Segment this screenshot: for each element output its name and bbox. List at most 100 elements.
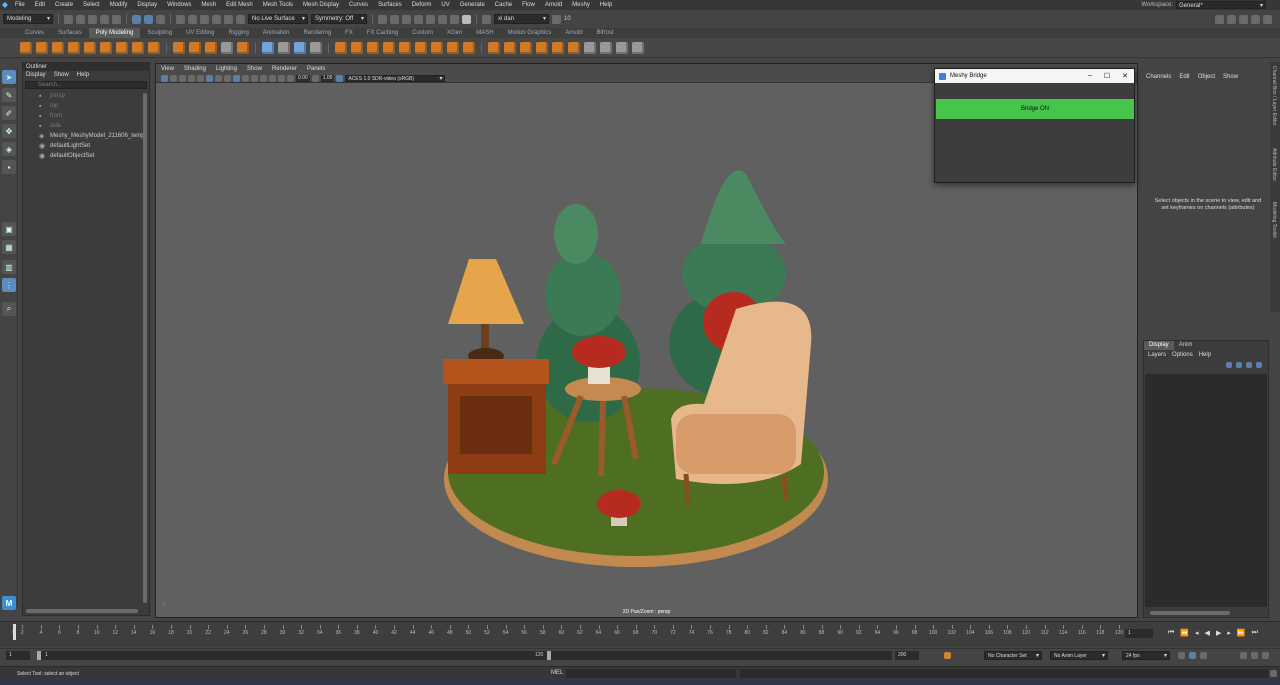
end-frame-field[interactable]: 200	[895, 651, 919, 660]
smooth-icon[interactable]	[237, 41, 249, 54]
select-hierarchy-icon[interactable]	[132, 14, 141, 24]
current-frame-field[interactable]: 1	[1125, 629, 1153, 638]
anim-layer-dropdown[interactable]: No Anim Layer	[1050, 651, 1108, 660]
script-editor-icon[interactable]	[1270, 670, 1277, 677]
sound-icon[interactable]	[1240, 652, 1247, 659]
character-controls-icon[interactable]	[1227, 14, 1236, 24]
command-input[interactable]	[566, 669, 736, 678]
channel-box-toggle-icon[interactable]	[1263, 14, 1272, 24]
merge-icon[interactable]	[415, 41, 427, 54]
tab-poly-modeling[interactable]: Poly Modeling	[88, 28, 141, 38]
cleanup-icon[interactable]	[600, 41, 612, 54]
new-layer-icon[interactable]	[1246, 362, 1252, 368]
persp-outliner-layout-icon[interactable]: ▥	[2, 260, 16, 274]
menu-deform[interactable]: Deform	[407, 2, 437, 8]
anim-prefs-icon[interactable]	[1251, 652, 1258, 659]
append-polygon-icon[interactable]	[399, 41, 411, 54]
mel-label[interactable]: MEL	[551, 670, 563, 676]
reduce-icon[interactable]	[504, 41, 516, 54]
mirror-icon[interactable]	[488, 41, 500, 54]
snap-view-icon[interactable]	[212, 14, 221, 24]
poly-cone-icon[interactable]	[68, 41, 80, 54]
menu-select[interactable]: Select	[78, 2, 105, 8]
wireframe-icon[interactable]	[206, 74, 213, 82]
pause-icon[interactable]	[462, 14, 471, 24]
super-shape-icon[interactable]	[148, 41, 160, 54]
rotate-tool-icon[interactable]: ◈	[2, 142, 16, 156]
tab-arnold[interactable]: Arnold	[558, 28, 589, 38]
menu-edit[interactable]: Edit	[30, 2, 50, 8]
menu-help[interactable]: Help	[595, 2, 617, 8]
workspace-selector[interactable]: Workspace: General*	[1141, 1, 1266, 10]
user-dropdown[interactable]: xi dan	[494, 14, 549, 24]
tab-mash[interactable]: MASH	[469, 28, 500, 38]
bridge-icon[interactable]	[351, 41, 363, 54]
playback-prefs-icon[interactable]	[1262, 652, 1269, 659]
menu-flow[interactable]: Flow	[517, 2, 540, 8]
minimize-icon[interactable]: –	[1088, 72, 1092, 80]
poly-plane-icon[interactable]	[100, 41, 112, 54]
search-icon[interactable]: ⌕	[2, 302, 16, 316]
menu-generate[interactable]: Generate	[455, 2, 490, 8]
outliner-item[interactable]: ▪ persp	[23, 91, 149, 101]
render-view-icon[interactable]	[438, 14, 447, 24]
outliner-menu-help[interactable]: Help	[77, 71, 89, 79]
menu-display[interactable]: Display	[132, 2, 162, 8]
channel-box-menu-object[interactable]: Object	[1198, 72, 1215, 82]
step-back-key-icon[interactable]: ⏪	[1180, 629, 1189, 637]
channel-box-menu-channels[interactable]: Channels	[1146, 72, 1171, 82]
snap-curve-icon[interactable]	[188, 14, 197, 24]
poly-platonic-icon[interactable]	[132, 41, 144, 54]
tab-bifrost[interactable]: Bifrost	[590, 28, 621, 38]
four-view-layout-icon[interactable]: ▦	[2, 240, 16, 254]
fps-dropdown[interactable]: 24 fps	[1122, 651, 1170, 660]
multi-cut-icon[interactable]	[278, 41, 290, 54]
outliner-layout-icon[interactable]: ⋮	[2, 278, 16, 292]
auto-key-icon[interactable]	[944, 652, 951, 659]
shadows-icon[interactable]	[242, 74, 249, 82]
render-current-icon[interactable]	[390, 14, 399, 24]
menu-mesh-tools[interactable]: Mesh Tools	[258, 2, 298, 8]
smooth-shade-icon[interactable]	[215, 74, 222, 82]
outliner-item[interactable]: ◈ Meshy_MeshyModel_211606_temp	[23, 131, 149, 141]
new-scene-icon[interactable]	[64, 14, 73, 24]
range-start-handle[interactable]	[37, 651, 41, 660]
snap-point-icon[interactable]	[200, 14, 209, 24]
loop-icon[interactable]	[1178, 652, 1185, 659]
poly-cylinder-icon[interactable]	[52, 41, 64, 54]
tab-attribute-editor[interactable]: Attribute Editor	[1271, 148, 1277, 181]
meshy-shelf-icon[interactable]: M	[2, 596, 16, 610]
grid-icon[interactable]	[197, 74, 204, 82]
color-management-icon[interactable]	[336, 74, 344, 82]
outliner-menu-show[interactable]: Show	[54, 71, 69, 79]
maximize-icon[interactable]: ☐	[1104, 72, 1110, 80]
outliner-item[interactable]: ◉ defaultLightSet	[23, 141, 149, 151]
layer-hscrollbar[interactable]	[1150, 611, 1230, 615]
move-layer-up-icon[interactable]	[1226, 362, 1232, 368]
undo-icon[interactable]	[100, 14, 109, 24]
menu-cache[interactable]: Cache	[490, 2, 517, 8]
gamma-field[interactable]: 1.00	[320, 74, 335, 82]
menu-mesh[interactable]: Mesh	[196, 2, 221, 8]
menu-modify[interactable]: Modify	[105, 2, 133, 8]
save-scene-icon[interactable]	[88, 14, 97, 24]
tab-channel-box[interactable]: Channel Box / Layer Editor	[1271, 66, 1277, 126]
motion-blur-icon[interactable]	[260, 74, 267, 82]
go-to-end-icon[interactable]: ⏭	[1252, 629, 1258, 637]
move-tool-icon[interactable]: ✥	[2, 124, 16, 138]
range-end-handle[interactable]	[547, 651, 551, 660]
new-layer-selected-icon[interactable]	[1256, 362, 1262, 368]
move-layer-down-icon[interactable]	[1236, 362, 1242, 368]
snap-grid-icon[interactable]	[176, 14, 185, 24]
menu-meshy[interactable]: Meshy	[567, 2, 595, 8]
range-slider[interactable]: 1 120	[37, 651, 892, 660]
target-weld-icon[interactable]	[294, 41, 306, 54]
select-tool-icon[interactable]: ➤	[2, 70, 16, 84]
fill-hole-icon[interactable]	[383, 41, 395, 54]
history-icon[interactable]	[378, 14, 387, 24]
uv-editor-icon[interactable]	[262, 41, 274, 54]
layer-menu-help[interactable]: Help	[1199, 350, 1211, 360]
collapse-icon[interactable]	[431, 41, 443, 54]
soft-select-icon[interactable]	[584, 41, 596, 54]
timeline-ruler[interactable]: 1246810121416182022242628303234363840424…	[10, 625, 1123, 643]
